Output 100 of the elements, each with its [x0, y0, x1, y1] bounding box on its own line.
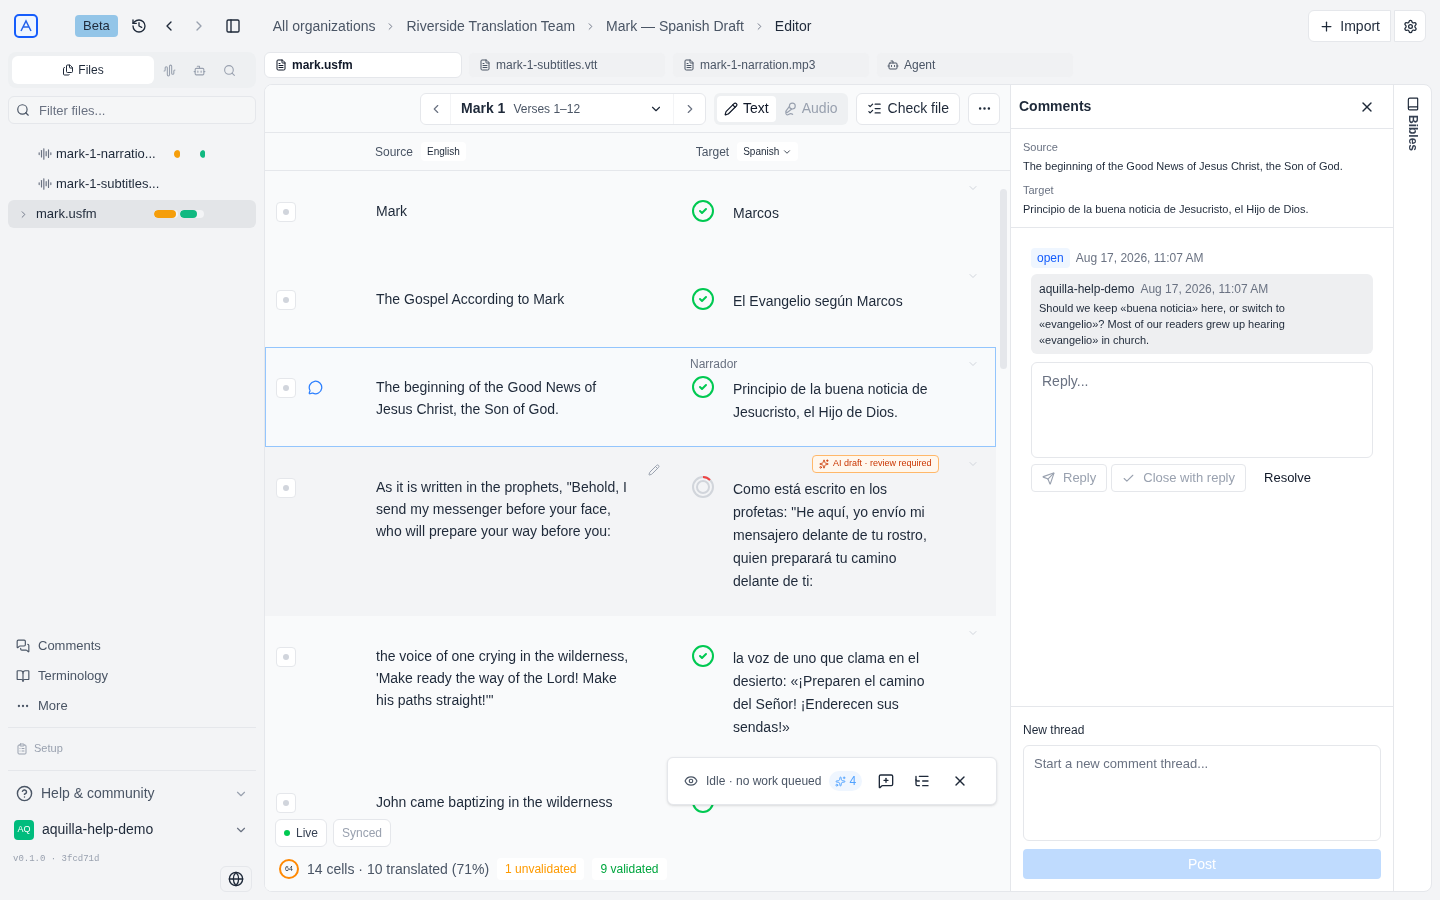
- breadcrumb-link[interactable]: Riverside Translation Team: [406, 15, 576, 37]
- comment-date: Aug 17, 2026, 11:07 AM: [1140, 281, 1269, 298]
- target-text[interactable]: Marcos: [733, 196, 955, 236]
- source-language: English: [421, 142, 466, 161]
- file-name: mark-1-narratio...: [56, 145, 157, 164]
- pencil-icon: [724, 101, 739, 116]
- file-item[interactable]: mark-1-subtitles...: [8, 170, 256, 198]
- source-text: As it is written in the prophets, "Behold, I send my messenger before your face, who will prepare your way before you:: [376, 478, 628, 541]
- row-handle[interactable]: [276, 202, 296, 222]
- filter-field[interactable]: Filter files...: [8, 96, 256, 124]
- thread-date: Aug 17, 2026, 11:07 AM: [1075, 250, 1204, 267]
- more-button[interactable]: [968, 92, 1000, 125]
- search-icon: [16, 103, 30, 117]
- history-icon[interactable]: [130, 18, 147, 34]
- source-text: The beginning of the Good News of Jesus Christ, the Son of God.: [1023, 158, 1344, 174]
- outline-icon[interactable]: [914, 773, 931, 789]
- source-text: the voice of one crying in the wilderness, 'Make ready the way of the Lord! Make his paths straight!'": [376, 647, 630, 710]
- settings-button[interactable]: [1394, 10, 1426, 42]
- comments-icon: [16, 638, 30, 653]
- cell-summary: 14 cells · 10 translated (71%): [307, 859, 490, 879]
- sidebar-link[interactable]: More: [8, 690, 256, 721]
- sidebar-link[interactable]: Comments: [8, 630, 256, 661]
- target-language-select[interactable]: Spanish: [737, 142, 799, 161]
- beta-badge: Beta: [75, 15, 118, 37]
- send-icon: [1042, 471, 1055, 485]
- book-icon[interactable]: [1405, 97, 1420, 111]
- settings-icon: [1402, 18, 1418, 34]
- row-handle[interactable]: [276, 647, 296, 667]
- target-text[interactable]: El Evangelio según Marcos: [733, 284, 955, 324]
- help-icon: [16, 785, 33, 802]
- microphone-icon: [782, 101, 797, 116]
- source-text: The beginning of the Good News of Jesus Christ, the Son of God.: [376, 378, 598, 419]
- target-text: Principio de la buena noticia de Jesucristo, el Hijo de Dios.: [1023, 201, 1310, 217]
- source-label: Source: [375, 143, 414, 161]
- breadcrumb-link[interactable]: Editor: [774, 15, 812, 37]
- row-handle[interactable]: [276, 290, 296, 310]
- source-text: John came baptizing in the wilderness: [376, 793, 614, 812]
- comment-text: Should we keep «buena noticia» here, or switch to «evangelio»? Most of our readers grew up hearing «evangelio» in church.: [1039, 301, 1286, 348]
- waveform-icon: [38, 177, 52, 191]
- source-label: Source: [1023, 140, 1059, 155]
- sparkle-icon: [835, 775, 847, 787]
- language-button[interactable]: [220, 866, 252, 892]
- validated-count: 9 validated: [592, 858, 667, 880]
- row-handle[interactable]: [276, 478, 296, 498]
- source-text: The Gospel According to Mark: [376, 290, 566, 309]
- mode-tab[interactable]: Text: [717, 95, 776, 122]
- speaker-label: Narrador: [690, 356, 738, 373]
- new-thread-field[interactable]: Start a new comment thread...: [1023, 745, 1381, 841]
- waveform-icon: [38, 147, 52, 161]
- sidebar-tab[interactable]: Files: [12, 56, 154, 84]
- target-text[interactable]: Como está escrito en los profetas: "He aquí, yo envío mi mensajero delante de tu rostro, quien preparará tu camino delante de ti:: [733, 472, 955, 593]
- file-item[interactable]: mark.usfm: [8, 200, 256, 228]
- version-text: v0.1.0 · 3fcd71d: [12, 852, 101, 866]
- book-icon: [16, 668, 30, 683]
- file-item[interactable]: mark-1-narratio...: [8, 140, 256, 168]
- target-label: Target: [695, 143, 730, 161]
- source-text: Mark: [376, 202, 409, 221]
- file-name: mark.usfm: [36, 205, 98, 224]
- breadcrumb-link[interactable]: Mark — Spanish Draft: [606, 15, 744, 37]
- sparkle-icon: [819, 458, 829, 469]
- globe-icon: [228, 871, 244, 887]
- clipboard-icon: [16, 742, 28, 755]
- import-button[interactable]: Import: [1308, 10, 1391, 42]
- row-handle[interactable]: [276, 378, 296, 398]
- new-thread-label: New thread: [1023, 722, 1086, 739]
- document-icon: [683, 59, 695, 71]
- checklist-icon: [866, 101, 882, 116]
- target-label: Target: [1023, 183, 1055, 198]
- help-menu[interactable]: Help & community: [8, 776, 256, 811]
- check-file-button[interactable]: Check file: [855, 92, 960, 125]
- document-icon: [479, 59, 491, 71]
- sync-status: Synced: [333, 819, 392, 847]
- sync-status: Live: [275, 819, 327, 847]
- app-logo[interactable]: [14, 14, 38, 38]
- chapter-picker[interactable]: Mark 1 Verses 1–12: [420, 92, 707, 125]
- reply-field[interactable]: Reply...: [1031, 362, 1373, 458]
- unvalidated-count: 1 unvalidated: [497, 858, 585, 880]
- user-avatar: AQ: [14, 819, 34, 840]
- ai-count-badge: 4: [829, 771, 863, 791]
- sidebar-link[interactable]: Terminology: [8, 660, 256, 691]
- target-text[interactable]: Principio de la buena noticia de Jesucristo, el Hijo de Dios.: [733, 372, 955, 424]
- panel-title: Comments: [1019, 97, 1092, 116]
- edit-icon[interactable]: [648, 464, 660, 476]
- row-handle[interactable]: [276, 793, 296, 813]
- document-icon: [275, 59, 287, 71]
- add-comment-icon[interactable]: [878, 773, 895, 789]
- ai-draft-badge: AI draft · review required: [812, 455, 939, 473]
- file-name: mark-1-subtitles...: [56, 175, 161, 194]
- breadcrumb-link[interactable]: All organizations: [272, 15, 376, 37]
- eye-icon: [684, 774, 698, 788]
- comment-author: aquilla-help-demo: [1039, 281, 1135, 298]
- user-menu[interactable]: AQ aquilla-help-demo: [8, 810, 256, 849]
- sidebar-toggle-icon[interactable]: [224, 18, 241, 34]
- editor-tab[interactable]: mark.usfm: [264, 52, 462, 78]
- chapter-title: Mark 1: [461, 99, 506, 118]
- robot-icon: [887, 59, 899, 71]
- comment-action-button[interactable]: Resolve: [1254, 464, 1321, 492]
- target-text[interactable]: la voz de uno que clama en el desierto: «¡Preparen el camino del Señor! ¡Enderecen sus sendas!»: [733, 641, 955, 739]
- comment-icon[interactable]: [308, 380, 323, 395]
- bibles-tab[interactable]: Bibles: [1403, 115, 1422, 151]
